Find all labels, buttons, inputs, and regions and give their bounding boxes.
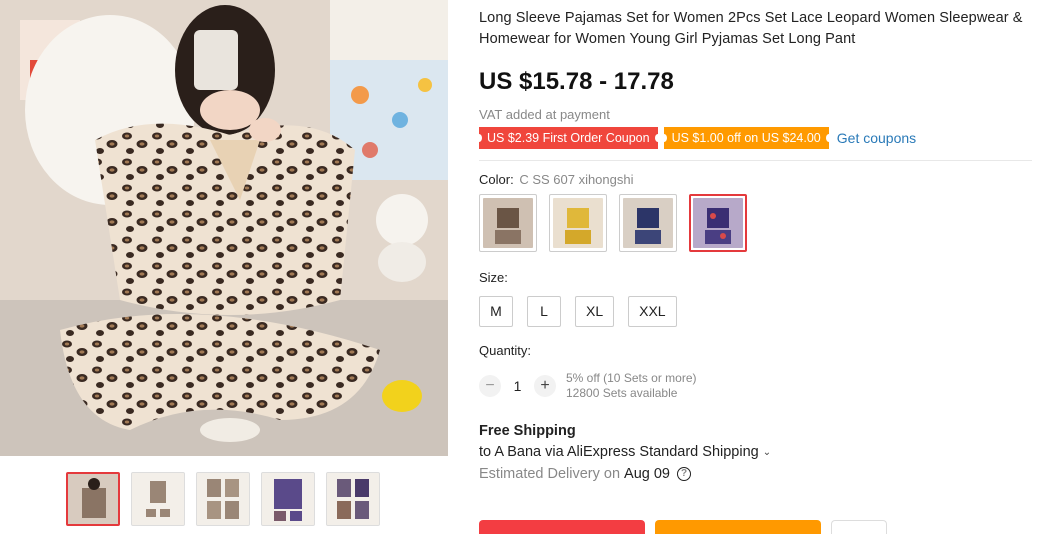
swatch-image (553, 198, 603, 248)
quantity-value[interactable]: 1 (501, 378, 534, 394)
action-buttons (479, 520, 887, 534)
color-swatch-2[interactable] (549, 194, 607, 252)
divider (479, 160, 1032, 161)
swatch-illustration (705, 208, 731, 244)
thumbnail-image (132, 473, 184, 525)
chevron-down-icon: ⌄ (762, 446, 772, 458)
color-label-row: Color: C SS 607 xihongshi (479, 172, 1034, 187)
stock-available-text: 12800 Sets available (566, 386, 678, 400)
help-icon[interactable]: ? (677, 467, 691, 481)
store-coupon[interactable]: US $1.00 off on US $24.00 (660, 127, 832, 149)
delivery-label: Estimated Delivery on (479, 466, 621, 482)
color-label: Color: (479, 172, 514, 187)
thumbnail-image (262, 473, 314, 525)
get-coupons-link[interactable]: Get coupons (837, 130, 916, 146)
product-price: US $15.78 - 17.78 (479, 68, 674, 95)
product-info-panel: Long Sleeve Pajamas Set for Women 2Pcs S… (476, 0, 1034, 482)
thumbnail-3[interactable] (196, 472, 250, 526)
size-option-xl[interactable]: XL (575, 296, 615, 327)
quantity-decrease-button[interactable]: − (479, 375, 501, 397)
quantity-increase-button[interactable]: + (534, 375, 556, 397)
size-label: Size: (479, 270, 508, 285)
product-photo-illustration (0, 0, 448, 456)
coupon-row: US $2.39 First Order Coupon US $1.00 off… (476, 127, 1034, 149)
swatch-illustration (635, 208, 661, 244)
first-order-coupon[interactable]: US $2.39 First Order Coupon (476, 127, 661, 149)
bulk-discount-text: 5% off (10 Sets or more) (566, 371, 697, 385)
color-swatch-4[interactable] (689, 194, 747, 252)
swatch-image (623, 198, 673, 248)
add-to-cart-button[interactable] (655, 520, 821, 534)
thumbnail-strip (66, 472, 380, 526)
shipping-title: Free Shipping (479, 423, 576, 439)
color-swatch-1[interactable] (479, 194, 537, 252)
wishlist-button[interactable] (831, 520, 887, 534)
delivery-date: Aug 09 (624, 466, 670, 482)
quantity-label: Quantity: (479, 343, 532, 358)
thumbnail-image (197, 473, 249, 525)
swatch-illustration (495, 208, 521, 244)
swatch-image (483, 198, 533, 248)
thumbnail-4[interactable] (261, 472, 315, 526)
size-label-row: Size: (479, 270, 1034, 285)
swatch-illustration (565, 208, 591, 244)
shipping-destination-text: to A Bana via AliExpress Standard Shippi… (479, 444, 759, 460)
thumbnail-1[interactable] (66, 472, 120, 526)
quantity-label-row: Quantity: (479, 343, 1034, 358)
color-swatches (479, 194, 1034, 252)
size-option-l[interactable]: L (527, 296, 561, 327)
swatch-image (693, 198, 743, 248)
estimated-delivery: Estimated Delivery on Aug 09 ? (479, 466, 1034, 482)
buy-now-button[interactable] (479, 520, 645, 534)
color-swatch-3[interactable] (619, 194, 677, 252)
quantity-stepper: − 1 + 5% off (10 Sets or more) 12800 Set… (479, 371, 1034, 401)
product-title: Long Sleeve Pajamas Set for Women 2Pcs S… (479, 10, 1023, 47)
size-option-m[interactable]: M (479, 296, 513, 327)
shipping-method-selector[interactable]: to A Bana via AliExpress Standard Shippi… (479, 444, 1034, 460)
size-options: M L XL XXL (479, 296, 1034, 327)
vat-note: VAT added at payment (479, 107, 610, 122)
quantity-info: 5% off (10 Sets or more) 12800 Sets avai… (566, 371, 697, 401)
main-product-image[interactable] (0, 0, 448, 456)
thumbnail-image (68, 474, 118, 524)
thumbnail-5[interactable] (326, 472, 380, 526)
color-selected-value: C SS 607 xihongshi (519, 172, 634, 187)
size-option-xxl[interactable]: XXL (628, 296, 677, 327)
thumbnail-image (327, 473, 379, 525)
thumbnail-2[interactable] (131, 472, 185, 526)
